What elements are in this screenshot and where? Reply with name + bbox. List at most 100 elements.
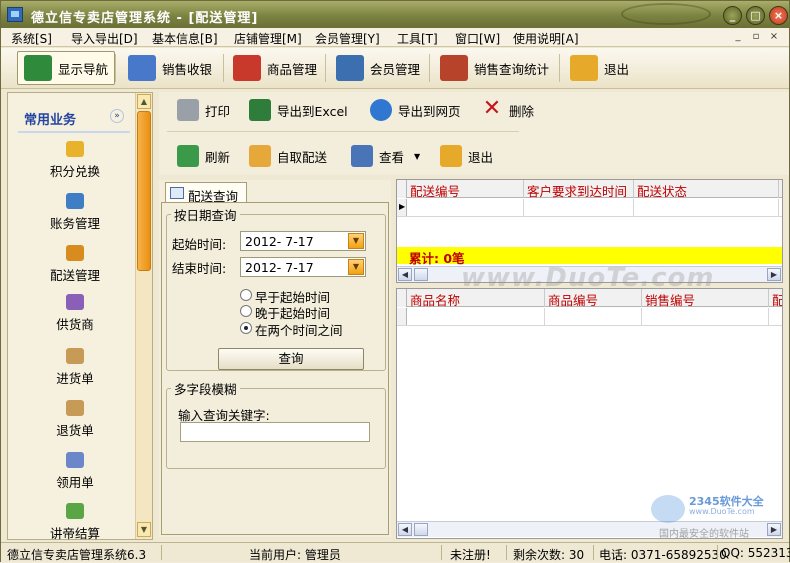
- menu-import-export[interactable]: 导入导出[D]: [71, 30, 138, 47]
- navigation-panel: 常用业务 » 积分兑换 账务管理 配送管理 供货商 进货单 退货单 领用单 讲帝…: [7, 92, 153, 541]
- sales-cashier-button[interactable]: 销售收银: [121, 51, 219, 85]
- menu-help[interactable]: 使用说明[A]: [513, 30, 579, 47]
- nav-supplier[interactable]: 供货商: [30, 294, 120, 338]
- menu-bar: 系统[S] 导入导出[D] 基本信息[B] 店铺管理[M] 会员管理[Y] 工具…: [1, 28, 789, 47]
- summary-count: 累计: 0笔: [409, 251, 465, 266]
- nav-return-order[interactable]: 退货单: [30, 400, 120, 444]
- col-delivery-no[interactable]: 配送编号: [407, 180, 524, 198]
- points-icon: [66, 141, 84, 157]
- print-button[interactable]: 打印: [171, 94, 236, 126]
- close-button[interactable]: ×: [769, 6, 788, 25]
- export-excel-button[interactable]: 导出到Excel: [243, 94, 354, 126]
- hscroll-thumb[interactable]: [414, 523, 428, 536]
- nav-accounts-label: 账务管理: [49, 216, 100, 231]
- mdi-close-button[interactable]: ×: [767, 31, 781, 44]
- query-tab-body: 按日期查询 起始时间: 2012- 7-17 ▼ 结束时间: 2012- 7-1…: [161, 202, 389, 535]
- view-button[interactable]: 查看 ▼: [345, 140, 426, 172]
- exit-icon: [440, 145, 462, 167]
- radio-circle-selected: [240, 322, 252, 334]
- collapse-icon[interactable]: »: [110, 109, 124, 123]
- delivery-exit-button[interactable]: 退出: [434, 140, 499, 172]
- calendar-dropdown-icon[interactable]: ▼: [348, 233, 364, 249]
- scroll-left-icon[interactable]: ◀: [398, 268, 412, 281]
- refresh-button[interactable]: 刷新: [171, 140, 236, 172]
- member-management-button[interactable]: 会员管理: [329, 51, 427, 85]
- mdi-restore-button[interactable]: ▫: [749, 31, 763, 44]
- self-pickup-delivery-button[interactable]: 自取配送: [243, 140, 333, 172]
- sales-stats-icon: [440, 55, 468, 81]
- minimize-button[interactable]: _: [723, 6, 742, 25]
- show-navigation-label: 显示导航: [58, 61, 109, 77]
- tab-delivery-query[interactable]: 配送查询: [165, 182, 247, 204]
- nav-section-header[interactable]: 常用业务 »: [18, 99, 130, 133]
- calendar-dropdown-icon[interactable]: ▼: [348, 259, 364, 275]
- sales-query-stats-label: 销售查询统计: [474, 61, 550, 77]
- radio-between-label: 在两个时间之间: [255, 323, 343, 338]
- delivery-toolbar: 打印 导出到Excel 导出到网页 ✕ 删除 刷新 自取配送 查看 ▼ 退出: [159, 92, 789, 175]
- nav-requisition[interactable]: 领用单: [30, 452, 120, 496]
- nav-accounts[interactable]: 账务管理: [30, 193, 120, 237]
- delivery-exit-label: 退出: [468, 149, 494, 165]
- nav-scroll-thumb[interactable]: [137, 111, 151, 271]
- watermark-text: www.DuoTe.com: [461, 263, 715, 293]
- end-date-picker[interactable]: 2012- 7-17 ▼: [240, 257, 366, 277]
- menu-window[interactable]: 窗口[W]: [455, 30, 500, 47]
- export-excel-label: 导出到Excel: [277, 103, 348, 119]
- menu-basic-info[interactable]: 基本信息[B]: [152, 30, 218, 47]
- end-date-value: 2012- 7-17: [245, 260, 314, 275]
- main-toolbar: 显示导航 销售收银 商品管理 会员管理 销售查询统计 退出: [1, 48, 789, 89]
- maximize-button[interactable]: □: [746, 6, 765, 25]
- col-sales-partial[interactable]: 销: [779, 180, 782, 198]
- product-management-button[interactable]: 商品管理: [226, 51, 324, 85]
- dropdown-arrow-icon[interactable]: ▼: [414, 152, 420, 161]
- table-row[interactable]: [397, 308, 782, 326]
- nav-points-exchange[interactable]: 积分兑换: [30, 141, 120, 185]
- radio-circle: [240, 289, 252, 301]
- product-icon: [233, 55, 261, 81]
- title-bar[interactable]: 德立信专卖店管理系统 - [配送管理] _ □ ×: [1, 1, 789, 28]
- app-icon: [7, 7, 23, 22]
- keyword-input[interactable]: [180, 422, 370, 442]
- menu-tools[interactable]: 工具[T]: [397, 30, 438, 47]
- menu-member-management[interactable]: 会员管理[Y]: [315, 30, 380, 47]
- nav-settlement[interactable]: 讲帝结算: [30, 503, 120, 547]
- delete-icon: ✕: [482, 96, 502, 121]
- col-delivery-partial[interactable]: 配: [769, 289, 782, 307]
- export-web-button[interactable]: 导出到网页: [364, 94, 467, 126]
- scroll-right-icon[interactable]: ▶: [767, 268, 781, 281]
- summary-bar: 累计: 0笔: [397, 247, 782, 266]
- corner-logo-watermark: 2345软件大全 www.DuoTe.com 国内最安全的软件站: [651, 489, 786, 540]
- nav-scrollbar[interactable]: ▲ ▼: [135, 93, 152, 539]
- query-button[interactable]: 查询: [218, 348, 364, 370]
- refresh-label: 刷新: [205, 149, 231, 165]
- query-panel: 配送查询 按日期查询 起始时间: 2012- 7-17 ▼ 结束时间: 2012…: [159, 180, 391, 537]
- delivery-icon: [66, 245, 84, 261]
- table-row[interactable]: ▶: [397, 199, 782, 217]
- nav-purchase-order[interactable]: 进货单: [30, 348, 120, 392]
- purchase-order-icon: [66, 348, 84, 364]
- menu-store-management[interactable]: 店铺管理[M]: [234, 30, 302, 47]
- supplier-icon: [66, 294, 84, 310]
- navigation-icon: [24, 55, 52, 81]
- delivery-grid-header: 配送编号 客户要求到达时间 配送状态 销: [397, 180, 782, 198]
- start-date-picker[interactable]: 2012- 7-17 ▼: [240, 231, 366, 251]
- col-delivery-status[interactable]: 配送状态: [634, 180, 779, 198]
- scroll-down-icon[interactable]: ▼: [137, 522, 151, 537]
- nav-delivery[interactable]: 配送管理: [30, 245, 120, 289]
- status-remaining-count: 剩余次数: 30: [513, 548, 585, 562]
- hscroll-thumb[interactable]: [414, 268, 428, 281]
- members-icon: [336, 55, 364, 81]
- menu-system[interactable]: 系统[S]: [11, 30, 52, 47]
- exit-button[interactable]: 退出: [563, 51, 636, 85]
- scroll-left-icon[interactable]: ◀: [398, 523, 412, 536]
- accounts-icon: [66, 193, 84, 209]
- col-required-arrival-time[interactable]: 客户要求到达时间: [524, 180, 634, 198]
- radio-between[interactable]: 在两个时间之间: [240, 320, 343, 339]
- mdi-minimize-button[interactable]: _: [731, 31, 745, 44]
- refresh-icon: [177, 145, 199, 167]
- scroll-up-icon[interactable]: ▲: [137, 94, 151, 109]
- show-navigation-button[interactable]: 显示导航: [17, 51, 116, 85]
- logo-subtitle: 国内最安全的软件站: [659, 529, 749, 540]
- delete-button[interactable]: ✕ 删除: [475, 94, 540, 126]
- sales-query-stats-button[interactable]: 销售查询统计: [433, 51, 556, 85]
